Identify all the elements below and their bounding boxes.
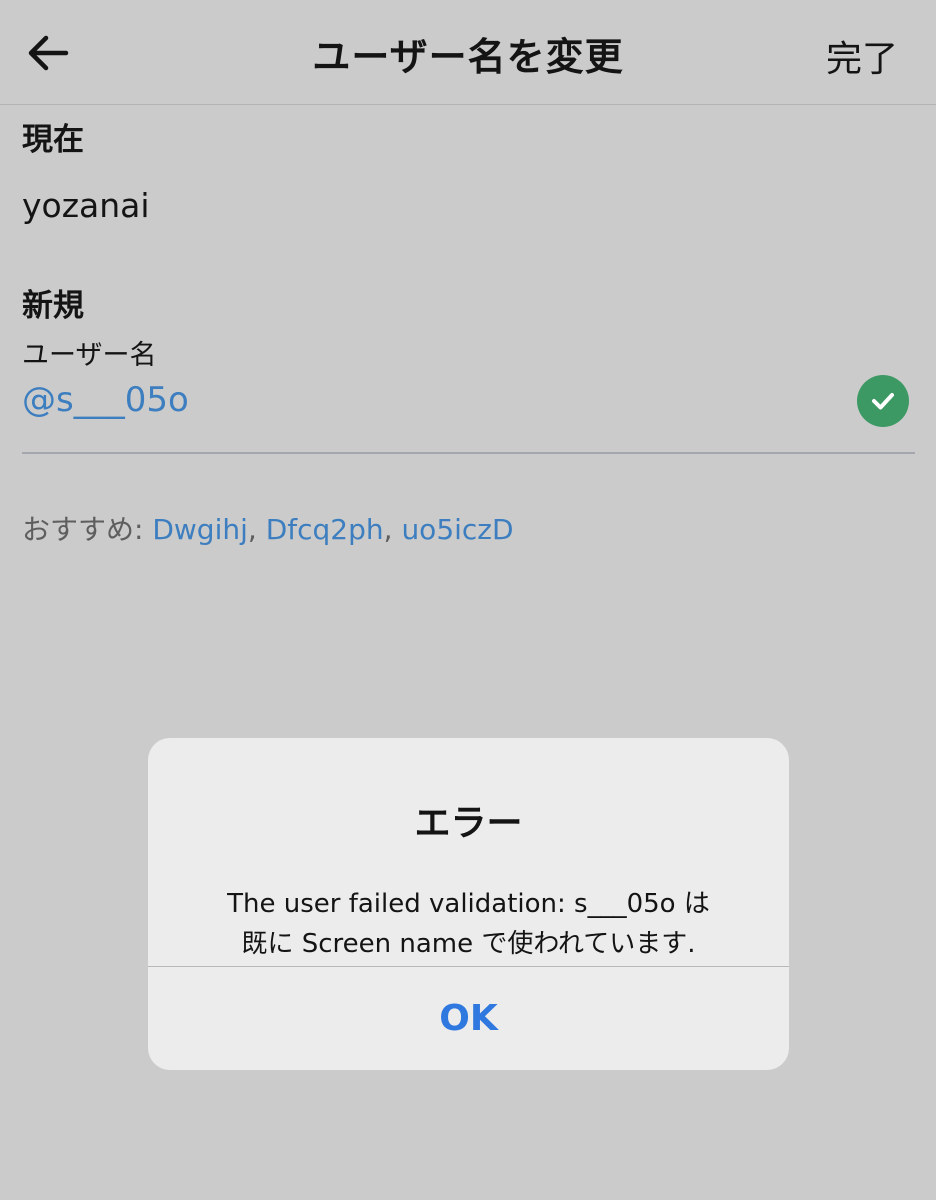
current-section-label: 現在 xyxy=(22,122,84,158)
page-title: ユーザー名を変更 xyxy=(312,35,624,79)
username-input[interactable]: @s___05o xyxy=(22,380,189,420)
alert-title: エラー xyxy=(414,803,523,844)
suggestion-separator: , xyxy=(247,513,266,546)
suggestions-label: おすすめ: xyxy=(22,513,153,546)
alert-message: The user failed validation: s___05o は 既に… xyxy=(168,884,769,964)
alert-message-line: The user failed validation: s___05o は xyxy=(227,889,710,919)
ok-button[interactable]: OK xyxy=(148,967,789,1070)
navigation-bar: ユーザー名を変更 完了 xyxy=(0,0,936,105)
current-username: yozanai xyxy=(22,186,150,225)
suggestion-link[interactable]: Dwgihj xyxy=(152,513,248,546)
error-alert-dialog: エラー The user failed validation: s___05o … xyxy=(148,738,789,1070)
username-field-label: ユーザー名 xyxy=(22,340,157,371)
new-section-label: 新規 xyxy=(22,288,84,324)
suggestion-separator: , xyxy=(383,513,402,546)
suggestion-link[interactable]: uo5iczD xyxy=(401,513,513,546)
done-button[interactable]: 完了 xyxy=(826,30,898,82)
suggestion-link[interactable]: Dfcq2ph xyxy=(266,513,384,546)
alert-message-line: 既に Screen name で使われています. xyxy=(241,929,696,959)
suggestions-row: おすすめ: Dwgihj, Dfcq2ph, uo5iczD xyxy=(22,508,514,548)
check-circle-icon xyxy=(857,375,909,427)
input-underline xyxy=(22,452,915,454)
